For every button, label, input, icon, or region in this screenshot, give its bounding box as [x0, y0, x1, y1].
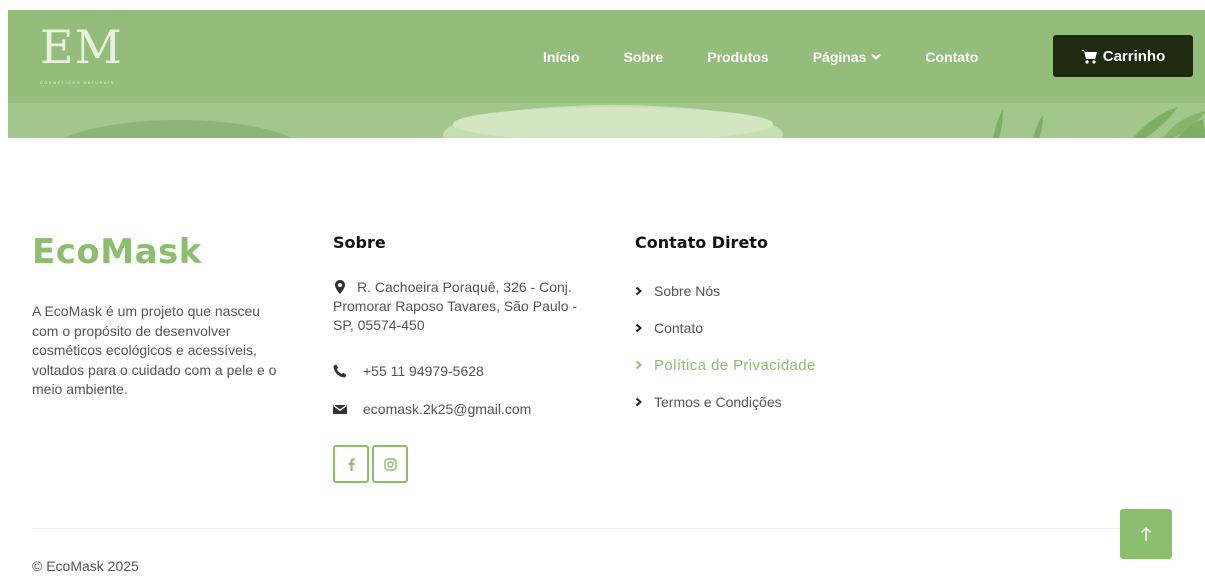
- footer-divider: [32, 528, 1173, 529]
- chevron-right-icon: [635, 286, 643, 296]
- footer-sobre-title: Sobre: [333, 233, 386, 252]
- nav-item-inicio[interactable]: Início: [543, 49, 580, 65]
- social-links: [333, 445, 411, 483]
- footer-link-contato[interactable]: Contato: [635, 319, 816, 337]
- chevron-right-icon: [635, 360, 643, 370]
- banner-leaves-decoration: [993, 107, 1205, 138]
- logo-mark: EM: [40, 20, 123, 74]
- arrow-up-icon: [1141, 527, 1151, 541]
- instagram-icon: [383, 457, 397, 471]
- footer-brand-title: EcoMask: [32, 232, 202, 272]
- footer-link-label: Sobre Nós: [654, 283, 721, 299]
- copyright-text: © EcoMask 2025: [32, 558, 139, 574]
- site-header: EM COSMÉTICOS NATURAIS Início Sobre Prod…: [8, 10, 1205, 138]
- footer-email-text: ecomask.2k25@gmail.com: [363, 401, 532, 417]
- footer-link-termos[interactable]: Termos e Condições: [635, 393, 816, 411]
- nav-item-label: Contato: [925, 49, 979, 65]
- facebook-icon: [348, 457, 355, 471]
- back-to-top-button[interactable]: [1120, 509, 1172, 559]
- cart-button-label: Carrinho: [1102, 47, 1166, 65]
- footer-link-label: Termos e Condições: [654, 394, 782, 410]
- site-logo[interactable]: EM COSMÉTICOS NATURAIS: [40, 20, 150, 85]
- footer-link-label: Contato: [654, 320, 704, 336]
- nav-item-paginas[interactable]: Páginas: [813, 49, 882, 65]
- nav-item-contato[interactable]: Contato: [925, 49, 978, 65]
- logo-subtitle: COSMÉTICOS NATURAIS: [40, 80, 115, 85]
- footer-contato-title: Contato Direto: [635, 233, 768, 252]
- chevron-down-icon: [871, 53, 882, 60]
- nav-item-label: Sobre: [623, 49, 664, 65]
- chevron-right-icon: [635, 397, 643, 407]
- footer-brand-description: A EcoMask é um projeto que nasceu com o …: [32, 303, 277, 397]
- footer-email[interactable]: ecomask.2k25@gmail.com: [333, 400, 531, 419]
- instagram-button[interactable]: [372, 445, 408, 483]
- nav-item-label: Produtos: [707, 49, 769, 65]
- footer-link-politica-privacidade[interactable]: Política de Privacidade: [635, 356, 816, 374]
- footer-phone[interactable]: +55 11 94979-5628: [333, 362, 484, 381]
- nav-item-produtos[interactable]: Produtos: [707, 49, 768, 65]
- footer-link-label: Política de Privacidade: [654, 356, 816, 374]
- footer-links: Sobre Nós Contato Política de Privacidad…: [635, 282, 816, 430]
- nav-item-label: Início: [543, 49, 580, 65]
- footer-address-text: R. Cachoeira Poraquê, 326 - Conj. Promor…: [333, 279, 578, 333]
- nav-item-label: Páginas: [812, 49, 867, 65]
- footer-phone-text: +55 11 94979-5628: [363, 363, 484, 379]
- envelope-icon: [333, 404, 347, 414]
- map-marker-icon: [335, 280, 345, 294]
- shopping-cart-icon: [1080, 49, 1097, 64]
- cart-button[interactable]: Carrinho: [1053, 35, 1193, 77]
- nav-item-sobre[interactable]: Sobre: [624, 49, 664, 65]
- main-nav: Início Sobre Produtos Páginas Contato: [543, 46, 1022, 68]
- footer-link-sobre-nos[interactable]: Sobre Nós: [635, 282, 816, 300]
- phone-icon: [333, 364, 347, 378]
- footer-address: R. Cachoeira Poraquê, 326 - Conj. Promor…: [333, 278, 578, 335]
- banner-pedestal-top-decoration: [453, 107, 773, 138]
- facebook-button[interactable]: [333, 445, 369, 483]
- chevron-right-icon: [635, 323, 643, 333]
